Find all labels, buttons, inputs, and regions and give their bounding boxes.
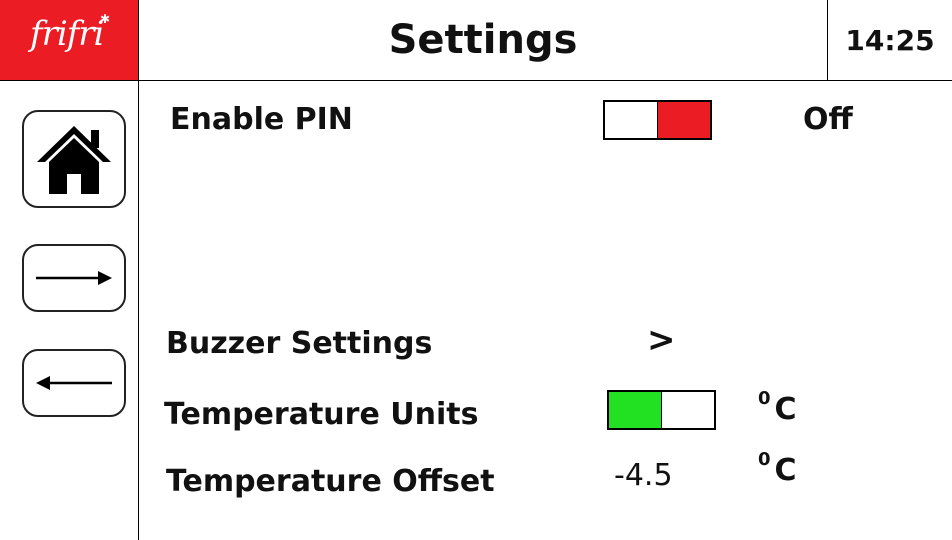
toggle-active-segment (609, 392, 661, 428)
logo-text: frifri (30, 14, 104, 54)
toggle-off-segment (661, 392, 714, 428)
toggle-active-segment (657, 102, 710, 138)
next-button[interactable] (22, 244, 126, 312)
clock-time: 14:25 (845, 23, 935, 57)
brand-logo: frifri ✱ (0, 0, 138, 80)
enable-pin-label: Enable PIN (170, 102, 353, 137)
temperature-units-value: 0C (758, 388, 797, 427)
temperature-offset-value[interactable]: -4.5 (614, 458, 673, 493)
home-icon (37, 126, 111, 194)
arrow-right-icon (36, 271, 112, 285)
buzzer-settings-chevron-icon[interactable]: > (647, 320, 676, 360)
enable-pin-state: Off (803, 102, 853, 137)
temperature-units-toggle[interactable] (607, 390, 716, 430)
temperature-offset-unit: 0C (758, 449, 797, 488)
unit-letter: C (774, 453, 797, 488)
enable-pin-toggle[interactable] (603, 100, 712, 140)
sidebar-divider (138, 0, 139, 540)
header-bottom-border (0, 80, 952, 81)
unit-superscript: 0 (758, 449, 771, 470)
unit-superscript: 0 (758, 388, 771, 409)
home-button[interactable] (22, 110, 126, 208)
logo-star-icon: ✱ (100, 12, 111, 26)
back-button[interactable] (22, 349, 126, 417)
temperature-units-label: Temperature Units (164, 397, 479, 432)
unit-letter: C (774, 392, 797, 427)
buzzer-settings-label[interactable]: Buzzer Settings (166, 326, 432, 361)
temperature-offset-label: Temperature Offset (166, 464, 495, 499)
page-title: Settings (388, 17, 578, 63)
arrow-left-icon (36, 376, 112, 390)
toggle-off-segment (605, 102, 657, 138)
